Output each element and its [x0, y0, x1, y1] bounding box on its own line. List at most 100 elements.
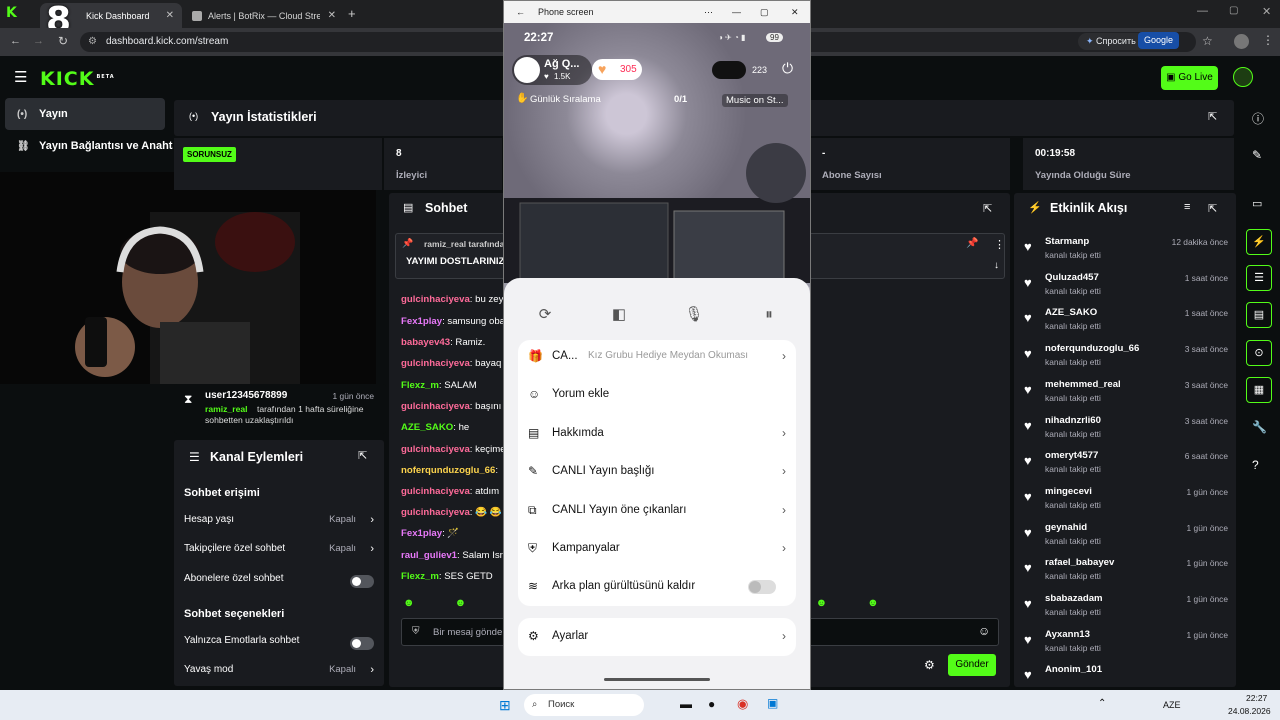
monitor-icon[interactable]: ▭ [1252, 197, 1262, 210]
popout-icon[interactable]: ⇱ [358, 449, 367, 462]
user-avatar[interactable] [1233, 67, 1253, 87]
back-icon[interactable]: ← [10, 35, 21, 47]
info-icon[interactable]: ⓘ [1252, 110, 1264, 127]
chrome-icon[interactable]: ◉ [737, 696, 748, 712]
emoji-icon[interactable]: ☺ [978, 624, 990, 638]
chat-username[interactable]: gulcinhaciyeva [401, 507, 470, 518]
menu-item[interactable]: ☺ Yorum ekle [528, 380, 790, 410]
maximize-icon[interactable]: ▢ [1229, 5, 1238, 16]
toggle-switch[interactable] [350, 575, 374, 588]
hamburger-menu-icon[interactable]: ☰ [14, 68, 27, 86]
unpin-icon[interactable]: 📌 [966, 238, 978, 249]
expand-icon[interactable]: ↓ [994, 260, 999, 271]
chat-username[interactable]: babayev43 [401, 337, 450, 348]
activity-user[interactable]: mehemmed_real [1045, 379, 1121, 390]
minimize-icon[interactable]: — [732, 1, 741, 23]
power-icon[interactable]: ⏻ [782, 60, 793, 77]
back-arrow-icon[interactable]: ← [516, 1, 525, 23]
bookmark-star-icon[interactable]: ☆ [1202, 34, 1213, 48]
noise-toggle[interactable] [748, 580, 776, 595]
chat-username[interactable]: noferqunduzoglu_66 [401, 465, 495, 476]
microphone-icon[interactable]: 🎙 [679, 300, 709, 330]
setting-subscribers-only[interactable]: Abonelere özel sohbet [184, 573, 374, 593]
tab-alerts[interactable]: Alerts | BotRix — Cloud Stream ✕ [184, 3, 344, 28]
windows-start-icon[interactable]: ⊞ [499, 697, 511, 714]
rail-lightning-button[interactable]: ⚡ [1246, 229, 1272, 255]
help-icon[interactable]: ? [1252, 458, 1259, 472]
activity-user[interactable]: omeryt4577 [1045, 450, 1098, 461]
google-button[interactable]: Google [1138, 32, 1180, 49]
forward-icon[interactable]: → [33, 35, 44, 47]
edit-icon[interactable]: ✎ [1252, 148, 1262, 162]
app-icon[interactable]: ● [708, 697, 715, 711]
rail-chat-button[interactable]: ▤ [1246, 302, 1272, 328]
chat-username[interactable]: AZE_SAKO [401, 422, 453, 433]
chat-username[interactable]: Flexz_m [401, 571, 439, 582]
menu-item[interactable]: ▤ Hakkımda › [528, 419, 790, 449]
close-icon[interactable]: ✕ [791, 1, 799, 23]
lang-indicator[interactable]: AZE [1163, 700, 1181, 710]
activity-user[interactable]: sbabazadam [1045, 593, 1103, 604]
chat-username[interactable]: gulcinhaciyeva [401, 486, 470, 497]
pause-icon[interactable]: ⏸ [754, 300, 784, 330]
setting-account-age[interactable]: Hesap yaşı Kapalı › [184, 514, 374, 534]
chat-username[interactable]: gulcinhaciyeva [401, 401, 470, 412]
popout-icon[interactable]: ⇱ [983, 202, 992, 215]
close-window-icon[interactable]: ✕ [1262, 5, 1271, 18]
maximize-icon[interactable]: ▢ [760, 1, 769, 23]
activity-user[interactable]: Quluzad457 [1045, 272, 1099, 283]
profile-avatar[interactable] [1234, 34, 1249, 49]
menu-item[interactable]: ⛨ Kampanyalar › [528, 534, 790, 564]
chat-username[interactable]: gulcinhaciyeva [401, 358, 470, 369]
chat-settings-icon[interactable]: ⚙ [924, 658, 935, 672]
toggle-switch[interactable] [350, 637, 374, 650]
clock-time[interactable]: 22:27 [1246, 693, 1267, 703]
more-options-icon[interactable]: ⋮ [994, 238, 1005, 251]
ranking-label[interactable]: Günlük Sıralama [530, 94, 601, 105]
activity-user[interactable]: AZE_SAKO [1045, 307, 1097, 318]
new-tab-icon[interactable]: + [348, 6, 356, 21]
activity-user[interactable]: noferqunduzoglu_66 [1045, 343, 1139, 354]
menu-settings[interactable]: ⚙ Ayarlar › [528, 622, 790, 652]
close-icon[interactable]: ✕ [328, 10, 336, 21]
go-live-button[interactable]: ▣ Go Live [1161, 66, 1218, 90]
setting-followers-only[interactable]: Takipçilere özel sohbet Kapalı › [184, 543, 374, 563]
activity-user[interactable]: nihadnzrli60 [1045, 415, 1101, 426]
file-explorer-icon[interactable]: ▬ [680, 697, 692, 711]
chat-username[interactable]: Fex1play [401, 316, 442, 327]
gift-counter[interactable]: ♥ 305 [592, 59, 642, 80]
clock-date[interactable]: 24.08.2026 [1228, 706, 1271, 716]
streamer-avatar[interactable] [514, 57, 540, 83]
minimize-icon[interactable]: — [1197, 5, 1208, 17]
browser-menu-icon[interactable]: ⋮ [1262, 33, 1274, 47]
activity-user[interactable]: Anonim_101 [1045, 664, 1102, 675]
filter-icon[interactable]: ≡ [1184, 201, 1190, 213]
taskbar-search[interactable]: ⌕ Поиск [524, 694, 644, 716]
sidebar-item-yayin[interactable]: (•) Yayın [5, 98, 165, 130]
chat-username[interactable]: Fex1play [401, 528, 442, 539]
activity-user[interactable]: rafael_babayev [1045, 557, 1114, 568]
rail-list-button[interactable]: ☰ [1246, 265, 1272, 291]
setting-emote-only[interactable]: Yalnızca Emotlarla sohbet [184, 635, 374, 655]
send-button[interactable]: Gönder [948, 654, 996, 676]
chat-username[interactable]: gulcinhaciyeva [401, 444, 470, 455]
remote-app-icon[interactable]: ▣ [767, 696, 778, 710]
chat-username[interactable]: raul_guliev1 [401, 550, 457, 561]
menu-item[interactable]: ✎ CANLI Yayın başlığı › [528, 457, 790, 487]
reload-icon[interactable]: ↻ [58, 34, 68, 48]
site-info-icon[interactable]: ⚙ [88, 32, 97, 52]
wrench-icon[interactable]: 🔧 [1252, 420, 1267, 434]
activity-user[interactable]: Starmanp [1045, 236, 1089, 247]
rail-broadcast-button[interactable]: ⊙ [1246, 340, 1272, 366]
chat-username[interactable]: gulcinhaciyeva [401, 294, 470, 305]
more-icon[interactable]: ⋯ [704, 1, 713, 23]
popout-icon[interactable]: ⇱ [1208, 202, 1217, 215]
sidebar-item-stream-key[interactable]: ⛓ Yayın Bağlantısı ve Anahtarı [5, 130, 173, 162]
kick-logo[interactable]: KICK BETA [40, 68, 115, 90]
activity-user[interactable]: geynahid [1045, 522, 1087, 533]
rail-panel-button[interactable]: ▦ [1246, 377, 1272, 403]
activity-user[interactable]: Ayxann13 [1045, 629, 1090, 640]
music-label[interactable]: Music on St... [722, 94, 788, 107]
setting-slow-mode[interactable]: Yavaş mod Kapalı › [184, 664, 374, 684]
activity-user[interactable]: mingecevi [1045, 486, 1092, 497]
